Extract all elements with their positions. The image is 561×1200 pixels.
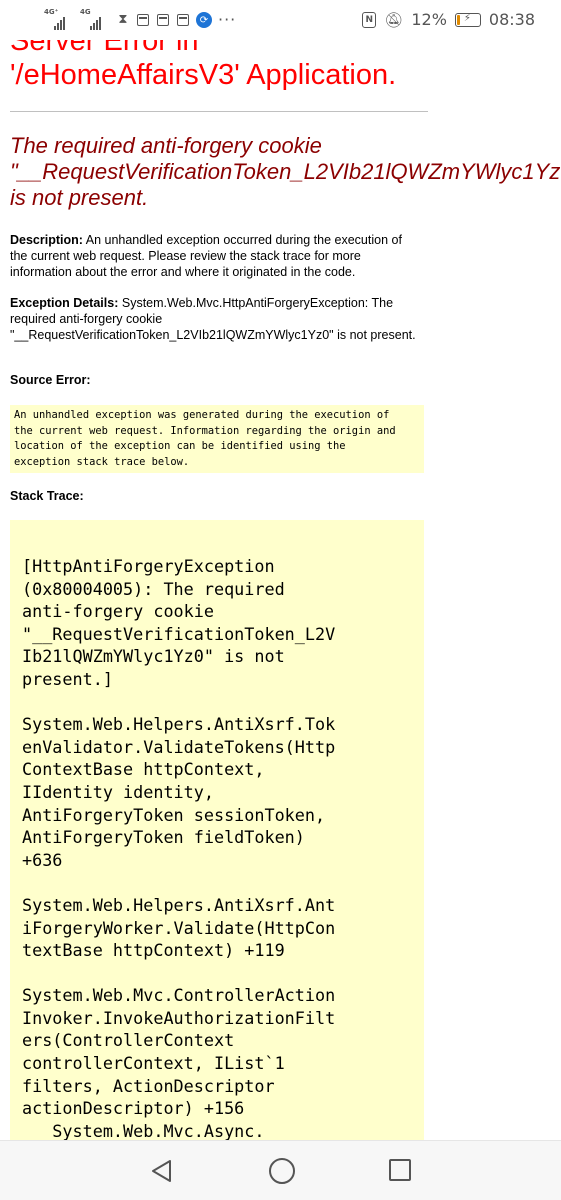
stack-trace-box[interactable]: [HttpAntiForgeryException (0x80004005): …	[10, 520, 424, 1140]
exception-details-label: Exception Details:	[10, 296, 119, 310]
description-label: Description:	[10, 233, 83, 247]
back-icon[interactable]	[150, 1159, 174, 1183]
network-type-label: 4G⁺	[44, 8, 59, 16]
calendar-icon	[136, 13, 150, 27]
battery-icon: ⚡︎	[454, 12, 481, 27]
more-notifications-icon: ···	[218, 10, 237, 29]
error-heading: The required anti-forgery cookie "__Requ…	[10, 133, 561, 211]
source-error-label: Source Error:	[10, 373, 91, 387]
network-type-label: 4G	[80, 8, 91, 16]
signal-icon: 4G	[80, 8, 110, 30]
signal-icon: 4G⁺	[44, 8, 74, 30]
status-bar: 4G⁺ 4G ⧗ ⟳ ··· N 🔕︎ 12% ⚡︎ 08:38	[0, 0, 561, 40]
nfc-icon: N	[362, 11, 377, 28]
error-heading-line: is not present.	[10, 185, 149, 210]
clock: 08:38	[488, 10, 535, 29]
app-notification-icon	[176, 13, 190, 27]
sync-app-icon: ⟳	[196, 12, 212, 28]
status-bar-left: 4G⁺ 4G ⧗ ⟳ ···	[44, 8, 237, 30]
stack-trace-label: Stack Trace:	[10, 489, 84, 503]
home-icon[interactable]	[269, 1158, 295, 1184]
status-bar-right: N 🔕︎ 12% ⚡︎ 08:38	[362, 10, 535, 29]
hourglass-icon: ⧗	[118, 12, 128, 27]
navigation-bar	[0, 1140, 561, 1200]
description-section: Description: An unhandled exception occu…	[10, 232, 420, 280]
mute-bell-icon: 🔕︎	[384, 10, 404, 29]
error-heading-line: "__RequestVerificationToken_L2VIb21lQWZm…	[10, 159, 561, 184]
error-heading-line: The required anti-forgery cookie	[10, 133, 322, 158]
exception-details-section: Exception Details: System.Web.Mvc.HttpAn…	[10, 295, 420, 343]
battery-percent: 12%	[411, 10, 447, 29]
divider	[10, 111, 428, 112]
news-icon	[156, 13, 170, 27]
recents-icon[interactable]	[389, 1159, 411, 1181]
source-error-box: An unhandled exception was generated dur…	[10, 405, 424, 473]
